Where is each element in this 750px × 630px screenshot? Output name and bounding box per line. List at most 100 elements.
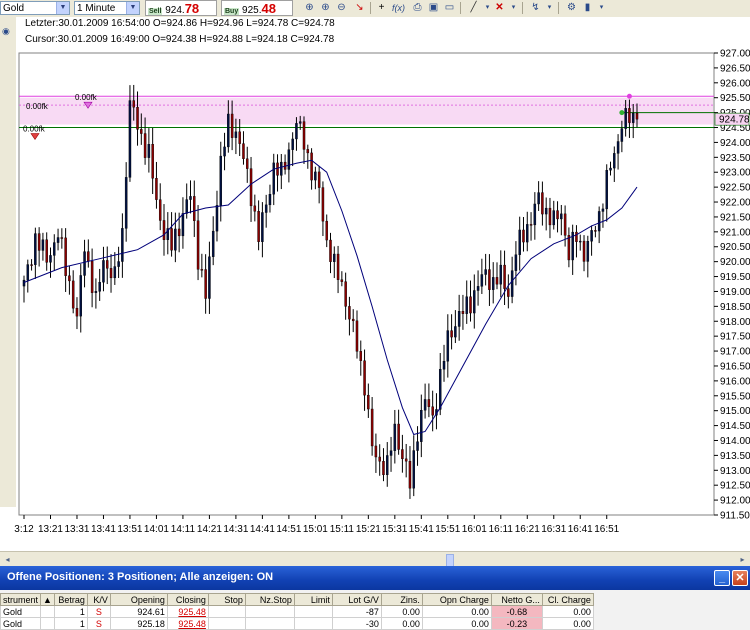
candle-body: [514, 254, 518, 271]
candle-body: [344, 281, 347, 307]
candle-body: [518, 229, 521, 255]
col-header-interest[interactable]: Zins.: [380, 593, 423, 606]
cell-closing[interactable]: 925.48: [166, 617, 209, 630]
toolbar-separator: [558, 2, 559, 14]
candle-body: [367, 394, 370, 410]
candle-body: [56, 237, 60, 243]
chart-horizontal-scrollbar[interactable]: ◂ ▸: [0, 551, 750, 567]
y-tick-label: 915.00: [720, 406, 750, 417]
candle-body: [238, 131, 241, 144]
candle-body: [113, 266, 117, 279]
cell-limit[interactable]: [293, 617, 333, 630]
cursor-icon[interactable]: ↘: [352, 1, 367, 15]
y-tick-label: 917.50: [720, 332, 750, 343]
y-tick-label: 922.50: [720, 183, 750, 194]
y-tick-label: 919.50: [720, 272, 750, 283]
delete-icon[interactable]: ✕: [492, 1, 507, 15]
x-tick-label: 15:51: [435, 524, 460, 535]
candle-body: [68, 275, 71, 282]
candle-body: [446, 330, 450, 362]
position-row[interactable]: Gold 1 S 925.18 925.48 -30 0.00 0.00 -0.…: [0, 617, 594, 630]
scroll-right-icon[interactable]: ▸: [736, 554, 749, 565]
chevron-down-icon[interactable]: ▾: [594, 1, 609, 15]
col-header-instrument[interactable]: strument: [0, 593, 42, 606]
y-tick-label: 920.50: [720, 242, 750, 253]
candle-body: [26, 264, 30, 281]
candle-body: [363, 360, 366, 396]
crosshair-icon[interactable]: +: [374, 1, 389, 15]
chevron-down-icon[interactable]: ▼: [56, 2, 69, 14]
cell-trailing-stop[interactable]: [244, 605, 295, 618]
fx-icon[interactable]: f(x): [391, 1, 406, 15]
settings-icon[interactable]: ⚙: [564, 1, 579, 15]
col-header-limit[interactable]: Limit: [293, 593, 333, 606]
zoom-in-icon[interactable]: ⊕: [318, 1, 333, 15]
price-chart[interactable]: 911.50 912.00 912.50 913.00 913.50 914.00 914.…: [0, 17, 750, 553]
zoom-in-icon[interactable]: ⊕: [302, 1, 317, 15]
close-button[interactable]: ✕: [732, 570, 748, 586]
candle-body: [321, 187, 325, 222]
arrow-icon[interactable]: ↯: [528, 1, 543, 15]
candle-body: [590, 230, 593, 242]
col-header-lot-pl[interactable]: Lot G/V: [331, 593, 382, 606]
col-header-net-pl[interactable]: Netto G...: [490, 593, 543, 606]
cell-stop[interactable]: [207, 617, 246, 630]
candle-body: [488, 269, 491, 290]
col-header-stop[interactable]: Stop: [207, 593, 246, 606]
y-tick-label: 914.00: [720, 436, 750, 447]
zoom-out-icon[interactable]: ⊖: [334, 1, 349, 15]
candle-body: [121, 228, 124, 262]
cell-limit[interactable]: [293, 605, 333, 618]
candle-body: [49, 255, 52, 263]
bars-icon[interactable]: ▮: [580, 1, 595, 15]
window-icon[interactable]: ▭: [442, 1, 457, 15]
sell-button[interactable]: Sell 924.78: [145, 0, 217, 16]
position-row[interactable]: Gold 1 S 924.61 925.48 -87 0.00 0.00 -0.…: [0, 605, 594, 618]
cell-closing[interactable]: 925.48: [166, 605, 209, 618]
buy-price-small: 925.: [242, 5, 262, 16]
candle-body: [378, 456, 381, 462]
candle-body: [401, 449, 404, 460]
cell-trailing-stop[interactable]: [244, 617, 295, 630]
save-icon[interactable]: ▣: [426, 1, 441, 15]
sort-up-icon[interactable]: ▲: [40, 593, 55, 606]
instrument-select[interactable]: Gold ▼: [0, 1, 70, 15]
col-header-amount[interactable]: Betrag: [53, 593, 88, 606]
cell-stop[interactable]: [207, 605, 246, 618]
col-header-close-charge[interactable]: Cl. Charge: [541, 593, 594, 606]
col-header-opening[interactable]: Opening: [109, 593, 168, 606]
sell-price-big: 78: [184, 1, 200, 16]
col-header-trailing-stop[interactable]: Nz.Stop: [244, 593, 295, 606]
candle-body: [257, 211, 260, 242]
scroll-left-icon[interactable]: ◂: [1, 554, 14, 565]
buy-button[interactable]: Buy 925.48: [221, 0, 293, 16]
y-tick-label: 912.00: [720, 496, 750, 507]
candle-body: [87, 251, 90, 262]
y-tick-label: 926.00: [720, 78, 750, 89]
buy-label: Buy: [224, 8, 240, 15]
candle-body: [620, 128, 624, 142]
chevron-down-icon[interactable]: ▾: [542, 1, 557, 15]
minimize-button[interactable]: _: [714, 570, 730, 586]
col-header-closing[interactable]: Closing: [166, 593, 209, 606]
candle-body: [170, 228, 173, 251]
candle-body: [71, 280, 75, 309]
candle-body: [560, 213, 563, 220]
candle-body: [582, 240, 586, 262]
col-header-open-charge[interactable]: Opn Charge: [421, 593, 492, 606]
candle-body: [522, 229, 525, 243]
timeframe-select[interactable]: 1 Minute ▼: [74, 1, 140, 15]
candle-body: [442, 360, 446, 370]
candle-body: [586, 241, 590, 262]
chevron-down-icon[interactable]: ▼: [126, 2, 139, 14]
x-tick-label: 16:01: [462, 524, 487, 535]
candle-body: [635, 113, 639, 120]
candle-body: [469, 296, 472, 314]
line-icon[interactable]: ╱: [466, 1, 481, 15]
x-tick-label: 16:31: [541, 524, 566, 535]
candle-body: [83, 251, 86, 276]
print-icon[interactable]: ⎙: [410, 1, 425, 15]
col-header-buy-sell[interactable]: K/V: [86, 593, 111, 606]
chevron-down-icon[interactable]: ▾: [506, 1, 521, 15]
x-tick-label: 14:11: [171, 524, 196, 535]
